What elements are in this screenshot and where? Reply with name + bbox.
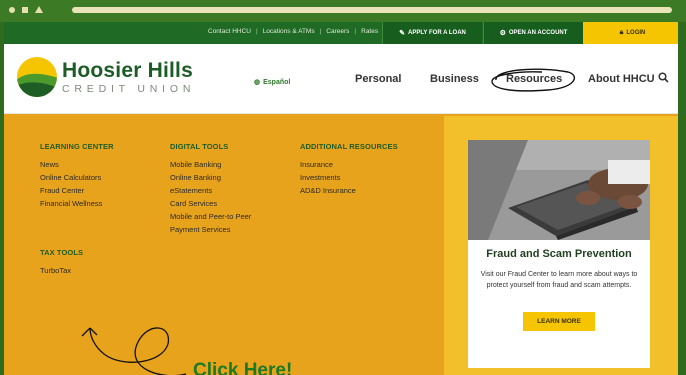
circle-icon — [9, 6, 15, 13]
language-toggle[interactable]: ◍ Español — [254, 78, 290, 87]
brand-subtitle: CREDIT UNION — [62, 83, 196, 95]
lock-icon: 🔒︎ — [619, 29, 624, 36]
menu-link-online-banking[interactable]: Online Banking — [170, 171, 251, 184]
laptop-photo — [468, 140, 650, 240]
promo-text: Visit our Fraud Center to learn more abo… — [480, 271, 638, 289]
frame-edge — [678, 22, 686, 375]
click-here-annotation: Click Here! — [193, 360, 293, 375]
promo-card-inner: Fraud and Scam Prevention Visit our Frau… — [468, 140, 650, 368]
promo-card: Fraud and Scam Prevention Visit our Frau… — [444, 116, 682, 375]
globe-icon: ◍ — [254, 79, 261, 86]
triangle-icon — [35, 6, 43, 13]
menu-link-p2p[interactable]: Mobile and Peer-to Peer — [170, 210, 251, 223]
menu-link-calculators[interactable]: Online Calculators — [40, 171, 102, 184]
menu-link-add-insurance[interactable]: AD&D Insurance — [300, 184, 356, 197]
address-bar[interactable] — [72, 7, 672, 13]
logo-icon[interactable] — [16, 56, 58, 98]
login-button[interactable]: 🔒︎ LOGIN — [583, 22, 682, 44]
apply-loan-button[interactable]: ✎ APPLY FOR A LOAN — [382, 22, 482, 44]
promo-title: Fraud and Scam Prevention — [486, 248, 632, 260]
search-icon[interactable] — [658, 72, 669, 86]
annotation-arrow — [81, 327, 187, 375]
menu-link-estatements[interactable]: eStatements — [170, 184, 251, 197]
site-header: Hoosier Hills CREDIT UNION ◍ Español Per… — [4, 44, 682, 114]
nav-about[interactable]: About HHCU — [588, 73, 655, 85]
utility-links: Contact HHCU | Locations & ATMs | Careers | Ra… — [208, 28, 379, 35]
menu-link-insurance[interactable]: Insurance — [300, 158, 356, 171]
brand[interactable]: Hoosier Hills CREDIT UNION — [62, 59, 196, 96]
brand-name: Hoosier Hills — [62, 59, 193, 82]
nav-business[interactable]: Business — [430, 73, 479, 85]
link-rates[interactable]: Rates — [361, 28, 378, 35]
menu-link-investments[interactable]: Investments — [300, 171, 356, 184]
open-account-button[interactable]: ⚙ OPEN AN ACCOUNT — [483, 22, 583, 44]
additional-resources-list: Insurance Investments AD&D Insurance — [300, 158, 356, 197]
menu-link-card-services[interactable]: Card Services — [170, 197, 251, 210]
digital-tools-heading: DIGITAL TOOLS — [170, 142, 229, 151]
nav-personal[interactable]: Personal — [355, 73, 401, 85]
browser-frame — [0, 0, 686, 22]
learning-center-list: News Online Calculators Fraud Center Fin… — [40, 158, 102, 210]
menu-link-turbotax[interactable]: TurboTax — [40, 264, 71, 277]
gear-icon: ⚙ — [499, 30, 506, 37]
link-careers[interactable]: Careers — [326, 28, 349, 35]
menu-link-payment-services[interactable]: Payment Services — [170, 223, 251, 236]
resources-menu: LEARNING CENTER News Online Calculators … — [4, 114, 682, 375]
link-contact[interactable]: Contact HHCU — [208, 28, 251, 35]
additional-resources-heading: ADDITIONAL RESOURCES — [300, 142, 398, 151]
learning-center-heading: LEARNING CENTER — [40, 142, 114, 151]
menu-link-mobile-banking[interactable]: Mobile Banking — [170, 158, 251, 171]
square-icon — [22, 6, 28, 13]
pencil-icon: ✎ — [399, 30, 405, 37]
tax-tools-heading: TAX TOOLS — [40, 248, 84, 257]
menu-link-fraud-center[interactable]: Fraud Center — [40, 184, 102, 197]
link-locations[interactable]: Locations & ATMs — [263, 28, 315, 35]
menu-link-news[interactable]: News — [40, 158, 102, 171]
tax-tools-list: TurboTax — [40, 264, 71, 277]
menu-link-financial-wellness[interactable]: Financial Wellness — [40, 197, 102, 210]
utility-bar: Contact HHCU | Locations & ATMs | Careers | Ra… — [4, 22, 682, 44]
page-viewport: Contact HHCU | Locations & ATMs | Careers | Ra… — [4, 22, 682, 375]
learn-more-button[interactable]: LEARN MORE — [523, 312, 595, 331]
digital-tools-list: Mobile Banking Online Banking eStatement… — [170, 158, 251, 236]
window-controls — [9, 6, 43, 13]
highlight-circle — [491, 68, 576, 92]
